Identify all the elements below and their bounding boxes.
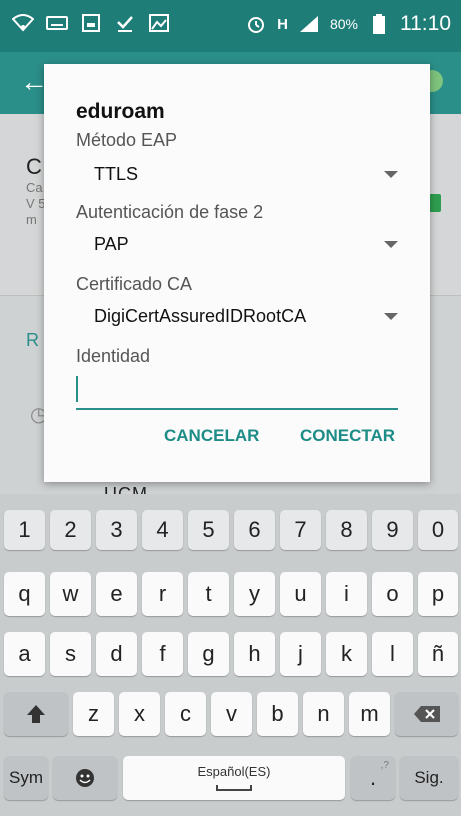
key-e[interactable]: e bbox=[96, 572, 137, 616]
key-z[interactable]: z bbox=[73, 692, 114, 736]
status-icons-right: H 80% 11:10 bbox=[245, 12, 451, 36]
key-a[interactable]: a bbox=[4, 632, 45, 676]
ca-certificate-label: Certificado CA bbox=[76, 274, 193, 294]
space-key[interactable]: Español(ES) bbox=[123, 756, 345, 800]
background-section-letter: C bbox=[26, 154, 42, 179]
eduroam-dialog: eduroam Método EAP TTLS Autenticación de… bbox=[44, 64, 430, 482]
key-m[interactable]: m bbox=[349, 692, 390, 736]
backspace-key[interactable] bbox=[395, 692, 458, 736]
key-g[interactable]: g bbox=[188, 632, 229, 676]
alarm-icon bbox=[245, 13, 267, 35]
clock: 11:10 bbox=[400, 12, 451, 35]
key-7[interactable]: 7 bbox=[280, 510, 321, 550]
battery-icon bbox=[368, 13, 390, 35]
key-9[interactable]: 9 bbox=[372, 510, 413, 550]
emoji-key[interactable] bbox=[53, 756, 117, 800]
key-5[interactable]: 5 bbox=[188, 510, 229, 550]
key-8[interactable]: 8 bbox=[326, 510, 367, 550]
connect-button[interactable]: CONECTAR bbox=[300, 426, 395, 446]
sym-key[interactable]: Sym bbox=[4, 756, 48, 800]
key-t[interactable]: t bbox=[188, 572, 229, 616]
key-1[interactable]: 1 bbox=[4, 510, 45, 550]
signal-icon bbox=[298, 13, 320, 35]
battery-percent: 80% bbox=[329, 16, 358, 32]
key-f[interactable]: f bbox=[142, 632, 183, 676]
image-icon bbox=[148, 12, 170, 34]
period-key[interactable]: ,? . bbox=[351, 756, 395, 800]
dialog-title: eduroam bbox=[76, 100, 165, 123]
key-d[interactable]: d bbox=[96, 632, 137, 676]
shift-arrow-icon bbox=[27, 705, 45, 723]
ca-certificate-select[interactable]: DigiCertAssuredIDRootCA bbox=[76, 302, 406, 332]
key-l[interactable]: l bbox=[372, 632, 413, 676]
identity-label: Identidad bbox=[76, 346, 151, 366]
key-v[interactable]: v bbox=[211, 692, 252, 736]
key-k[interactable]: k bbox=[326, 632, 367, 676]
next-key[interactable]: Sig. bbox=[400, 756, 458, 800]
backspace-icon bbox=[413, 706, 440, 722]
soft-keyboard: 1 2 3 4 5 6 7 8 9 0 q w e r t y u i o p … bbox=[0, 494, 461, 816]
key-o[interactable]: o bbox=[372, 572, 413, 616]
status-icons-left bbox=[12, 12, 170, 34]
keyboard-icon bbox=[46, 12, 68, 34]
text-cursor bbox=[76, 376, 78, 402]
key-b[interactable]: b bbox=[257, 692, 298, 736]
key-3[interactable]: 3 bbox=[96, 510, 137, 550]
identity-input[interactable] bbox=[76, 370, 398, 410]
key-0[interactable]: 0 bbox=[418, 510, 458, 550]
key-h[interactable]: h bbox=[234, 632, 275, 676]
key-s[interactable]: s bbox=[50, 632, 91, 676]
key-i[interactable]: i bbox=[326, 572, 367, 616]
period-key-secondary: ,? bbox=[380, 760, 389, 771]
key-p[interactable]: p bbox=[418, 572, 458, 616]
phase2-auth-value: PAP bbox=[94, 234, 129, 254]
space-bar-icon bbox=[216, 785, 252, 791]
wifi-icon bbox=[12, 12, 34, 34]
key-n[interactable]: n bbox=[303, 692, 344, 736]
eap-method-select[interactable]: TTLS bbox=[76, 160, 406, 190]
status-bar: H 80% 11:10 bbox=[0, 0, 461, 52]
key-r[interactable]: r bbox=[142, 572, 183, 616]
ca-certificate-value: DigiCertAssuredIDRootCA bbox=[94, 306, 307, 326]
key-j[interactable]: j bbox=[280, 632, 321, 676]
emoji-icon bbox=[76, 769, 94, 787]
network-type: H bbox=[277, 15, 288, 33]
key-w[interactable]: w bbox=[50, 572, 91, 616]
screenshot-icon bbox=[80, 12, 102, 34]
key-4[interactable]: 4 bbox=[142, 510, 183, 550]
key-n-tilde[interactable]: ñ bbox=[418, 632, 458, 676]
download-done-icon bbox=[114, 12, 136, 34]
period-key-label: . bbox=[369, 765, 377, 790]
dropdown-caret-icon bbox=[384, 313, 398, 320]
phase2-auth-select[interactable]: PAP bbox=[76, 230, 406, 260]
eap-method-value: TTLS bbox=[94, 164, 139, 184]
dropdown-caret-icon bbox=[384, 171, 398, 178]
key-u[interactable]: u bbox=[280, 572, 321, 616]
eap-method-label: Método EAP bbox=[76, 130, 178, 150]
key-y[interactable]: y bbox=[234, 572, 275, 616]
key-x[interactable]: x bbox=[119, 692, 160, 736]
keyboard-language-label: Español(ES) bbox=[197, 764, 271, 779]
shift-key[interactable] bbox=[4, 692, 68, 736]
dropdown-caret-icon bbox=[384, 241, 398, 248]
key-q[interactable]: q bbox=[4, 572, 45, 616]
key-2[interactable]: 2 bbox=[50, 510, 91, 550]
background-list-header: R bbox=[26, 330, 39, 350]
phase2-auth-label: Autenticación de fase 2 bbox=[76, 202, 264, 222]
key-c[interactable]: c bbox=[165, 692, 206, 736]
cancel-button[interactable]: CANCELAR bbox=[164, 426, 259, 446]
key-6[interactable]: 6 bbox=[234, 510, 275, 550]
